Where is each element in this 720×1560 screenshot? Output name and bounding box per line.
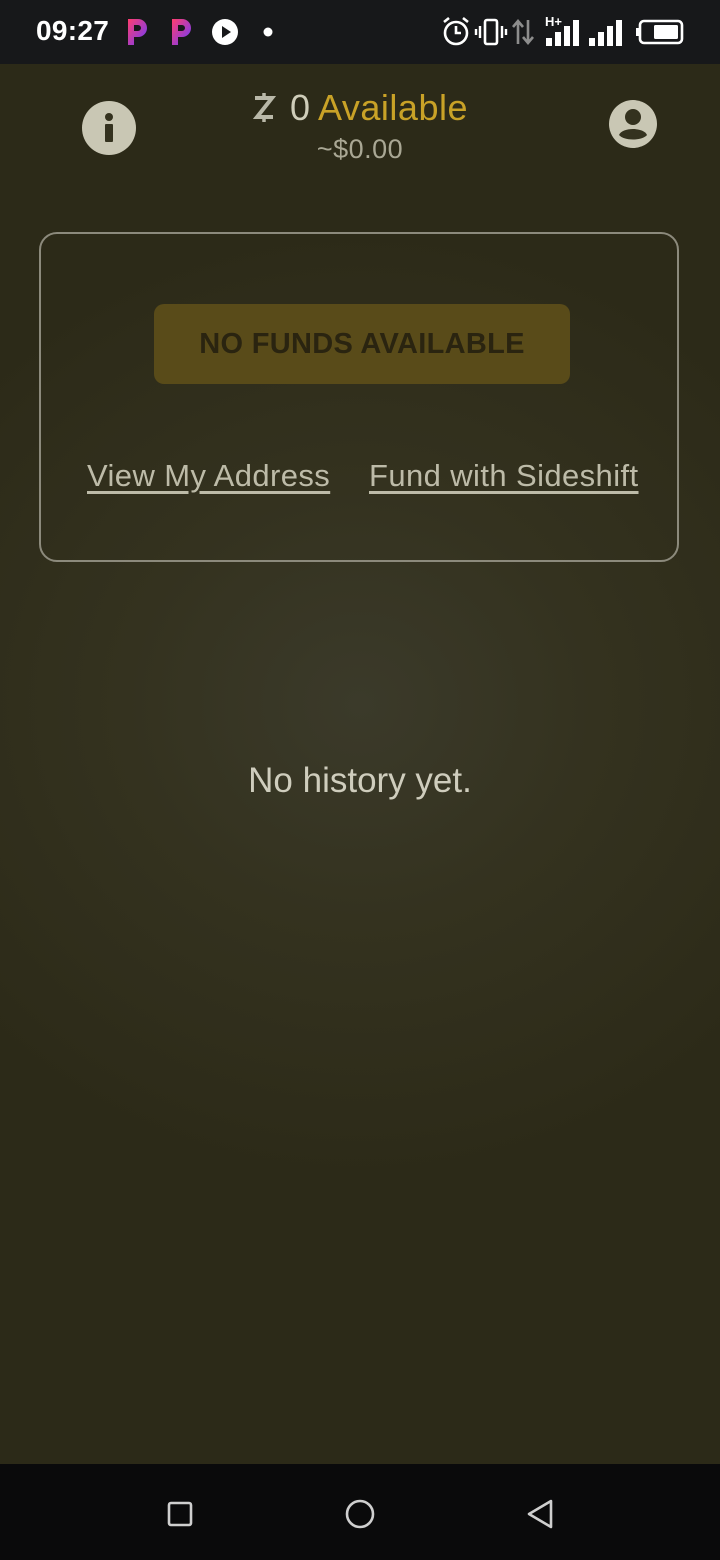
funds-card: NO FUNDS AVAILABLE View My Address Fund …: [39, 232, 679, 562]
status-time: 09:27: [36, 15, 110, 46]
fund-sideshift-link[interactable]: Fund with Sideshift: [369, 458, 639, 494]
account-icon: [609, 100, 657, 148]
p-app-icon: [128, 19, 147, 45]
balance-amount: 0: [290, 87, 311, 128]
data-arrows-icon: [512, 18, 534, 46]
home-icon[interactable]: [340, 1494, 380, 1534]
signal-icon: [546, 20, 579, 46]
empty-history-text: No history yet.: [248, 761, 472, 800]
recents-icon[interactable]: [160, 1494, 200, 1534]
back-icon[interactable]: [520, 1494, 560, 1534]
view-address-link[interactable]: View My Address: [87, 458, 330, 494]
no-funds-button[interactable]: NO FUNDS AVAILABLE: [154, 304, 570, 384]
navigation-bar: [0, 1464, 720, 1560]
status-bar: 09:27 H+: [0, 0, 720, 64]
signal-icon: [589, 20, 622, 46]
p-app-icon: [172, 19, 191, 45]
play-icon: [212, 19, 238, 45]
profile-button[interactable]: [608, 99, 658, 149]
vibrate-icon: [474, 18, 508, 46]
wallet-screen: 0 Available ~$0.00 NO FUNDS AVAILABLE Vie…: [0, 64, 720, 1464]
dot-icon: [263, 27, 273, 37]
battery-icon: [636, 19, 684, 45]
alarm-icon: [443, 16, 469, 46]
zec-currency-icon: [252, 87, 286, 128]
balance-label: Available: [318, 87, 468, 128]
